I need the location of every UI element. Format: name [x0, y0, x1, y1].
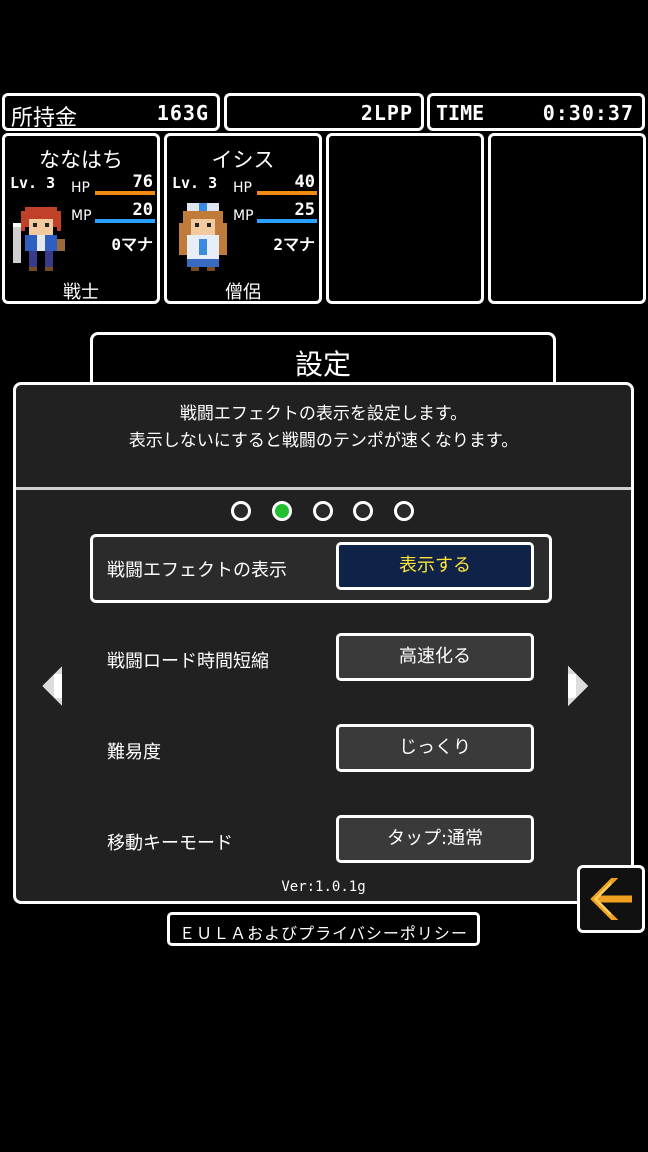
page-dot-active[interactable] — [272, 501, 292, 521]
mana-value: 2マナ — [273, 235, 315, 254]
setting-label-move-key-mode: 移動キーモード — [107, 833, 233, 854]
gold-label: 所持金 — [11, 106, 78, 131]
page-dot[interactable] — [313, 501, 333, 521]
left-triangle-icon[interactable] — [30, 657, 70, 715]
member-level: Lv. 3 — [10, 174, 56, 192]
warrior-sprite-icon — [13, 207, 65, 271]
divider — [16, 487, 631, 490]
time-value: 0:30:37 — [542, 101, 634, 125]
setting-description: 戦闘エフェクトの表示を設定します。 表示しないにすると戦闘のテンポが速くなります… — [16, 401, 631, 455]
mp-value: 20 — [132, 200, 153, 220]
mp-bar — [95, 219, 155, 223]
hp-value: 76 — [132, 172, 153, 192]
page-dot[interactable] — [353, 501, 373, 521]
gold-panel: 所持金 163G — [2, 93, 220, 131]
move-key-mode-button[interactable]: タップ:通常 — [336, 815, 534, 863]
eula-label: ＥＵＬＡおよびプライバシーポリシー — [179, 924, 468, 943]
page-title: 設定 — [294, 348, 351, 381]
setting-label-load-time: 戦闘ロード時間短縮 — [107, 651, 269, 672]
member-job: 戦士 — [63, 282, 99, 303]
settings-title-tab: 設定 — [90, 332, 556, 384]
member-level: Lv. 3 — [172, 174, 218, 192]
settings-panel: 戦闘エフェクトの表示を設定します。 表示しないにすると戦闘のテンポが速くなります… — [13, 382, 634, 904]
description-line-1: 戦闘エフェクトの表示を設定します。 — [179, 404, 468, 424]
version-text: Ver:1.0.1g — [281, 879, 366, 895]
mp-label: MP — [71, 208, 92, 224]
page-dot[interactable] — [231, 501, 251, 521]
lpp-panel: 2LPP — [224, 93, 424, 131]
setting-label-battle-effect: 戦闘エフェクトの表示 — [107, 560, 287, 581]
priest-sprite-icon — [179, 203, 227, 271]
mp-label: MP — [233, 208, 254, 224]
party-member-card[interactable]: イシス Lv. 3 HP 40 MP 25 2マナ 僧侶 — [164, 133, 322, 304]
lpp-value: 2LPP — [360, 101, 413, 125]
time-panel: TIME 0:30:37 — [427, 93, 645, 131]
page-dot[interactable] — [394, 501, 414, 521]
difficulty-button[interactable]: じっくり — [336, 724, 534, 772]
hp-label: HP — [233, 180, 252, 196]
empty-party-slot[interactable] — [326, 133, 484, 304]
mp-bar — [257, 219, 317, 223]
battle-effect-button[interactable]: 表示する — [336, 542, 534, 590]
hp-label: HP — [71, 180, 90, 196]
empty-party-slot[interactable] — [488, 133, 646, 304]
mana-value: 0マナ — [111, 235, 153, 254]
time-label: TIME — [436, 101, 485, 125]
back-arrow-icon — [590, 878, 632, 920]
eula-privacy-button[interactable]: ＥＵＬＡおよびプライバシーポリシー — [167, 912, 480, 946]
mp-value: 25 — [294, 200, 315, 220]
hp-value: 40 — [294, 172, 315, 192]
gold-value: 163G — [156, 101, 209, 125]
member-name: イシス — [211, 148, 275, 172]
member-job: 僧侶 — [225, 282, 261, 303]
back-button[interactable] — [577, 865, 645, 933]
setting-label-difficulty: 難易度 — [107, 742, 161, 763]
description-line-2: 表示しないにすると戦闘のテンポが速くなります。 — [128, 431, 519, 451]
party-member-card[interactable]: ななはち Lv. 3 HP 76 MP 20 0マナ 戦士 — [2, 133, 160, 304]
load-time-button[interactable]: 高速化る — [336, 633, 534, 681]
hp-bar — [257, 191, 317, 195]
hp-bar — [95, 191, 155, 195]
right-triangle-icon[interactable] — [560, 657, 600, 715]
member-name: ななはち — [39, 148, 123, 172]
